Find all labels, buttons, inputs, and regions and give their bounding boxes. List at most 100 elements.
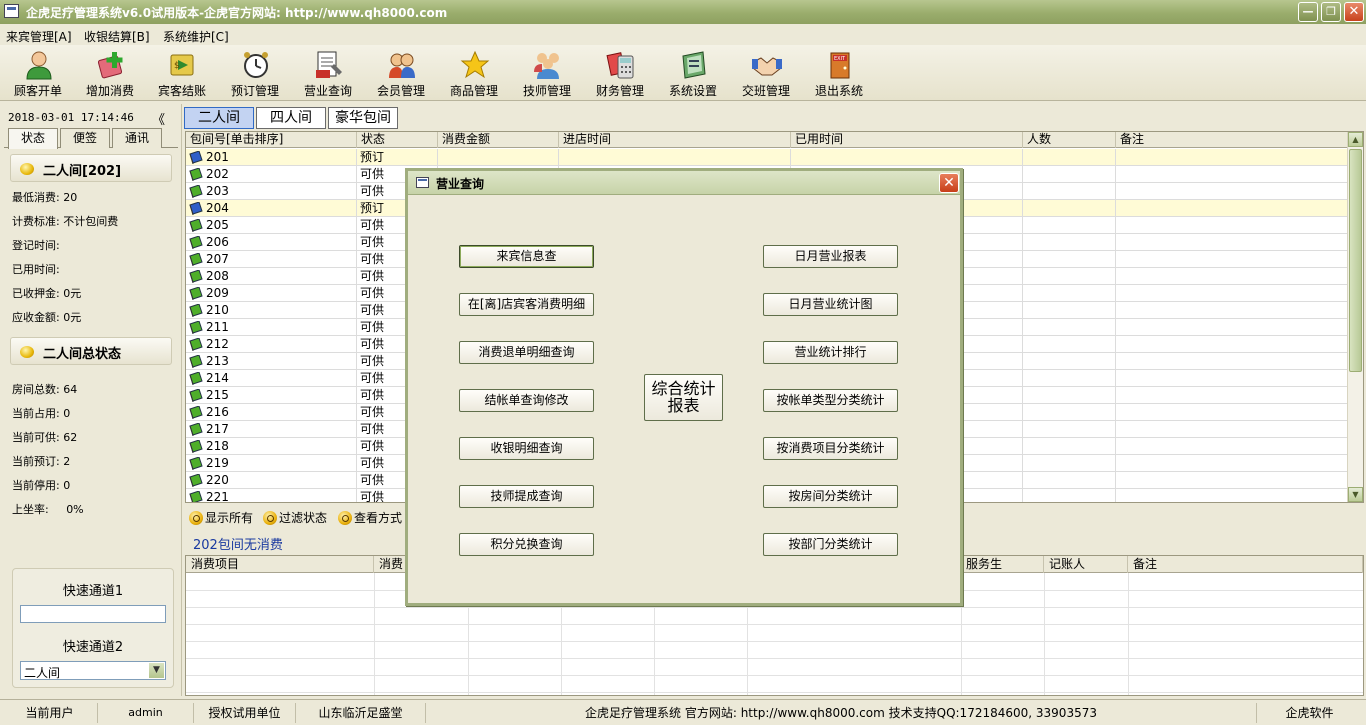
available-flag-icon [189,253,203,266]
empty-cell [1023,489,1116,502]
empty-cell [1116,455,1348,472]
room-number: 217 [206,422,229,436]
business-ranking-button[interactable]: 营业统计排行 [763,341,898,364]
overall-stats-report-button[interactable]: 综合统计报表 [644,374,723,421]
col-consume-item[interactable]: 消费项目 [186,556,374,573]
room-stats-button[interactable]: 按房间分类统计 [763,485,898,508]
toolbar-members[interactable]: 会员管理 [365,47,437,99]
grid-line [186,675,1363,676]
col-amount[interactable]: 消费金额 [438,132,559,148]
toolbar-customer-open[interactable]: 顾客开单 [2,47,74,99]
daily-monthly-report-button[interactable]: 日月营业报表 [763,245,898,268]
col-people[interactable]: 人数 [1023,132,1116,148]
points-exchange-query-button[interactable]: 积分兑换查询 [459,533,594,556]
col-room-number[interactable]: 包间号[单击排序] [186,132,357,148]
room-number: 208 [206,269,229,283]
room-number: 211 [206,320,229,334]
quick-channel-1-input[interactable] [20,605,166,623]
toolbar-checkout[interactable]: $ 宾客结账 [146,47,218,99]
available-flag-icon [189,185,203,198]
empty-cell [1116,438,1348,455]
empty-cell [1116,421,1348,438]
cashier-detail-query-button[interactable]: 收银明细查询 [459,437,594,460]
department-stats-button[interactable]: 按部门分类统计 [763,533,898,556]
guest-info-query-button[interactable]: 来宾信息查 [459,245,594,268]
chevron-down-icon[interactable]: ▼ [149,663,164,678]
scroll-thumb[interactable] [1349,149,1362,372]
room-number-cell: 205 [186,217,357,234]
filter-status-button[interactable]: 过滤状态 [263,509,327,526]
room-number: 214 [206,371,229,385]
col-checkin-time[interactable]: 进店时间 [559,132,791,148]
technician-commission-query-button[interactable]: 技师提成查询 [459,485,594,508]
view-mode-button[interactable]: 查看方式 [338,509,402,526]
col-remark[interactable]: 备注 [1116,132,1348,148]
empty-cell [1116,200,1348,217]
empty-cell [1116,370,1348,387]
dialog-close-button[interactable]: ✕ [939,173,959,193]
maximize-button[interactable]: ❐ [1321,2,1341,22]
quick-channel-1-label: 快速通道1 [62,584,124,599]
col-waiter[interactable]: 服务生 [961,556,1044,573]
close-button[interactable]: ✕ [1344,2,1364,22]
finance-icon [606,52,634,79]
room-number: 209 [206,286,229,300]
toolbar-technicians[interactable]: 技师管理 [511,47,583,99]
menu-system[interactable]: 系统维护[C] [163,28,229,45]
tab-notes[interactable]: 便签 [60,128,110,148]
members-icon [389,53,415,78]
room-used-time: 已用时间: [12,263,60,276]
daily-monthly-chart-button[interactable]: 日月营业统计图 [763,293,898,316]
col-used-time[interactable]: 已用时间 [791,132,1023,148]
grid-line [186,624,1363,625]
room-grid-scrollbar[interactable]: ▲ ▼ [1347,132,1363,502]
toolbar-booking[interactable]: 预订管理 [219,47,291,99]
toolbar-exit[interactable]: EXIT 退出系统 [803,47,875,99]
scroll-down-button[interactable]: ▼ [1348,487,1363,502]
toolbar-finance[interactable]: 财务管理 [584,47,656,99]
menu-cashier[interactable]: 收银结算[B] [84,28,150,45]
room-number-cell: 203 [186,183,357,200]
quick-access-box: 快速通道1 快速通道2 二人间 ▼ [12,568,174,688]
col-bookkeeper[interactable]: 记账人 [1044,556,1128,573]
menu-guest[interactable]: 来宾管理[A] [6,28,72,45]
refund-detail-query-button[interactable]: 消费退单明细查询 [459,341,594,364]
bill-query-edit-button[interactable]: 结帐单查询修改 [459,389,594,412]
toolbar-business-query[interactable]: 营业查询 [292,47,364,99]
add-consume-icon [97,52,123,79]
room-receivable: 应收金额: 0元 [12,311,82,324]
toolbar-goods[interactable]: 商品管理 [438,47,510,99]
empty-cell [438,149,559,166]
guest-consume-detail-button[interactable]: 在[离]店宾客消费明细 [459,293,594,316]
coin-icon [20,346,34,358]
tab-four-person-room[interactable]: 四人间 [256,107,326,129]
business-query-dialog: 营业查询 ✕ 来宾信息查 在[离]店宾客消费明细 消费退单明细查询 结帐单查询修… [405,168,963,606]
quick-channel-2-select[interactable]: 二人间 ▼ [20,661,166,680]
tab-contact[interactable]: 通讯 [112,128,162,148]
col-consume-remark[interactable]: 备注 [1128,556,1363,573]
col-status[interactable]: 状态 [357,132,438,148]
tab-two-person-room[interactable]: 二人间 [184,107,254,129]
scroll-up-button[interactable]: ▲ [1348,132,1363,147]
empty-cell [1023,268,1116,285]
empty-cell [1023,455,1116,472]
toolbar-settings[interactable]: 系统设置 [657,47,729,99]
bill-type-stats-button[interactable]: 按帐单类型分类统计 [763,389,898,412]
table-row[interactable]: 201 预订 [186,149,1348,166]
empty-cell [1116,285,1348,302]
consume-item-stats-button[interactable]: 按消费项目分类统计 [763,437,898,460]
room-number-cell: 218 [186,438,357,455]
status-info: 企虎足疗管理系统 官方网站: http://www.qh8000.com 技术支… [585,706,1097,720]
grid-line [186,658,1363,659]
room-number-cell: 207 [186,251,357,268]
toolbar-add-consume[interactable]: 增加消费 [74,47,146,99]
toolbar-shift[interactable]: 交班管理 [730,47,802,99]
empty-cell [1023,421,1116,438]
room-number-cell: 210 [186,302,357,319]
show-all-button[interactable]: 显示所有 [189,509,253,526]
minimize-button[interactable]: — [1298,2,1318,22]
tab-luxury-room[interactable]: 豪华包间 [328,107,398,129]
empty-cell [1023,234,1116,251]
collapse-panel-button[interactable]: 《 [152,109,165,128]
tab-status[interactable]: 状态 [8,128,58,149]
